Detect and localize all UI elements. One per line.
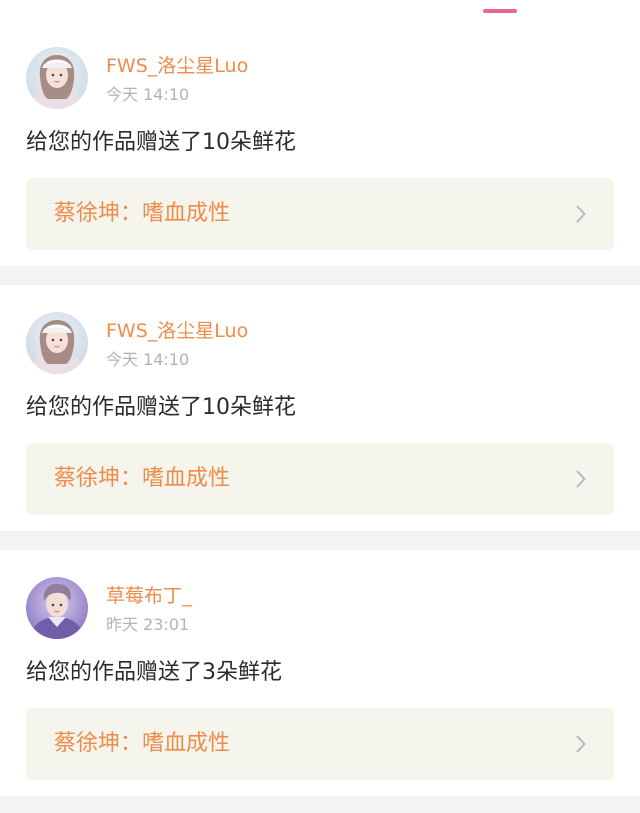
notifications-page: FWS_洛尘星Luo 今天 14:10 给您的作品赠送了10朵鲜花 蔡徐坤：嗜血…: [0, 0, 640, 813]
chevron-right-icon: [576, 470, 586, 488]
username[interactable]: 草莓布丁_: [106, 583, 192, 609]
notification-card: FWS_洛尘星Luo 今天 14:10 给您的作品赠送了10朵鲜花 蔡徐坤：嗜血…: [0, 20, 640, 266]
chevron-right-icon: [576, 735, 586, 753]
notification-message: 给您的作品赠送了10朵鲜花: [26, 395, 296, 420]
chevron-right-icon: [576, 205, 586, 223]
notification-card: FWS_洛尘星Luo 今天 14:10 给您的作品赠送了10朵鲜花 蔡徐坤：嗜血…: [0, 285, 640, 531]
username[interactable]: FWS_洛尘星Luo: [106, 53, 248, 79]
user-avatar[interactable]: [26, 47, 88, 109]
notification-card: 草莓布丁_ 昨天 23:01 给您的作品赠送了3朵鲜花 蔡徐坤：嗜血成性: [0, 550, 640, 796]
avatar-boy-icon: [26, 577, 88, 639]
list-footer-gap: [0, 796, 640, 813]
user-avatar[interactable]: [26, 577, 88, 639]
work-link-card[interactable]: 蔡徐坤：嗜血成性: [26, 708, 614, 780]
active-tab-indicator: [483, 9, 517, 13]
work-title: 蔡徐坤：嗜血成性: [54, 201, 231, 226]
work-link-card[interactable]: 蔡徐坤：嗜血成性: [26, 178, 614, 250]
username[interactable]: FWS_洛尘星Luo: [106, 318, 248, 344]
notification-message: 给您的作品赠送了10朵鲜花: [26, 130, 296, 155]
work-title: 蔡徐坤：嗜血成性: [54, 731, 231, 756]
tab-bar: [0, 0, 640, 20]
work-link-card[interactable]: 蔡徐坤：嗜血成性: [26, 443, 614, 515]
notification-message: 给您的作品赠送了3朵鲜花: [26, 660, 282, 685]
timestamp: 今天 14:10: [106, 350, 190, 369]
timestamp: 昨天 23:01: [106, 615, 190, 634]
work-title: 蔡徐坤：嗜血成性: [54, 466, 231, 491]
user-avatar[interactable]: [26, 312, 88, 374]
timestamp: 今天 14:10: [106, 85, 190, 104]
avatar-girl-icon: [26, 47, 88, 109]
avatar-girl-icon: [26, 312, 88, 374]
